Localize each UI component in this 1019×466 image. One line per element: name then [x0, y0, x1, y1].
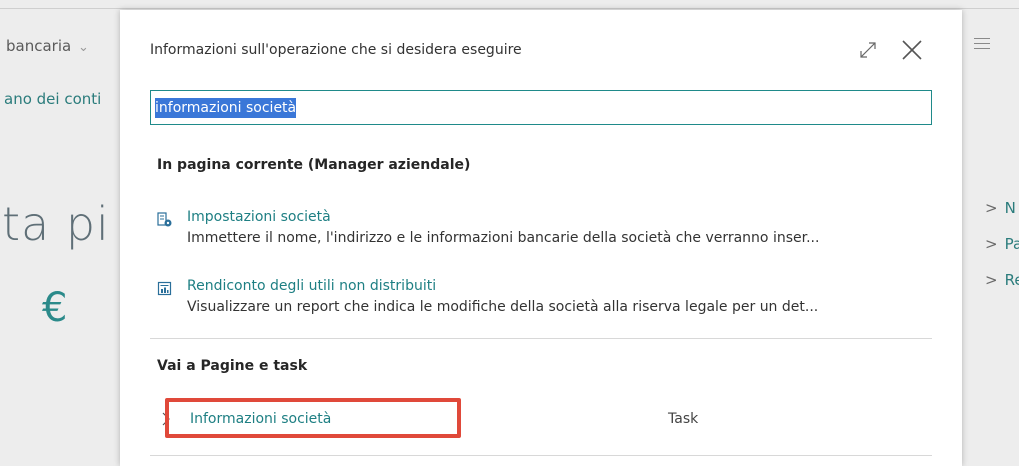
background-right-link[interactable]: > N: [985, 199, 1016, 217]
section-divider: [150, 338, 932, 339]
close-icon[interactable]: [900, 38, 924, 62]
expand-icon[interactable]: [858, 40, 878, 60]
chevron-down-icon: ⌄: [77, 40, 89, 55]
section-heading-pages-tasks: Vai a Pagine e task: [157, 358, 308, 374]
currency-symbol: €: [42, 285, 68, 331]
result-title: Rendiconto degli utili non distribuiti: [187, 278, 437, 294]
background-big-text: ta pi: [2, 197, 110, 251]
report-icon: [157, 281, 172, 296]
result-title: Impostazioni società: [187, 209, 331, 225]
background-left-link[interactable]: ano dei conti: [4, 90, 101, 108]
chevron-right-icon: >: [985, 271, 998, 289]
hamburger-menu-icon[interactable]: [974, 38, 990, 50]
search-input[interactable]: informazioni società: [150, 90, 932, 125]
dialog-title: Informazioni sull'operazione che si desi…: [150, 42, 522, 58]
background-menu-label: bancaria: [6, 37, 72, 55]
company-settings-icon: [157, 212, 172, 227]
background-right-link[interactable]: > Pa: [985, 235, 1019, 253]
tell-me-dialog: Informazioni sull'operazione che si desi…: [120, 10, 962, 466]
chevron-right-icon: >: [985, 235, 998, 253]
section-heading-current-page: In pagina corrente (Manager aziendale): [157, 157, 471, 173]
task-type: Task: [668, 411, 699, 427]
background-right-link[interactable]: > Re: [985, 271, 1019, 289]
result-description: Visualizzare un report che indica le mod…: [187, 299, 819, 315]
row-divider: [150, 455, 932, 456]
result-item[interactable]: Impostazioni società Immettere il nome, …: [157, 209, 937, 254]
chevron-right-icon: >: [985, 199, 998, 217]
task-row[interactable]: Informazioni società Task: [150, 398, 932, 440]
result-item[interactable]: Rendiconto degli utili non distribuiti V…: [157, 278, 937, 323]
result-description: Immettere il nome, l'indirizzo e le info…: [187, 230, 820, 246]
background-menu[interactable]: bancaria ⌄: [6, 37, 89, 55]
top-border: [0, 8, 1019, 9]
search-input-value: informazioni società: [155, 97, 297, 118]
highlight-box: [165, 398, 461, 438]
